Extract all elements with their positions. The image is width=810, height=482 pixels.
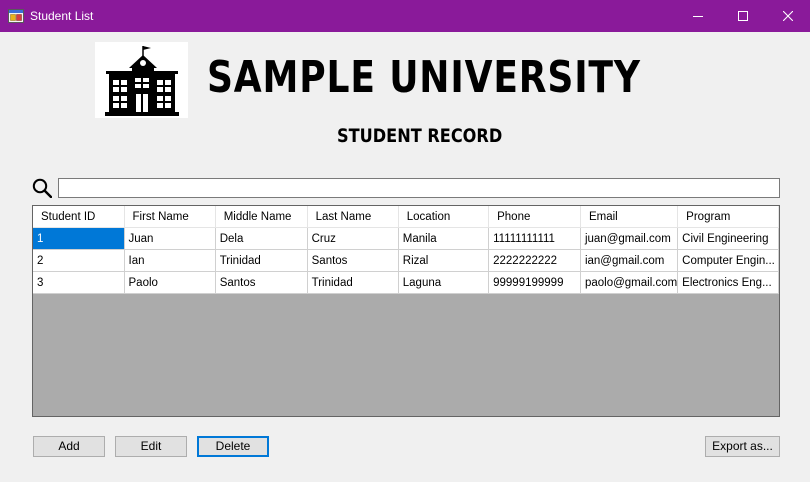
cell-email[interactable]: juan@gmail.com [580, 227, 679, 250]
cell-email[interactable]: paolo@gmail.com [580, 271, 679, 294]
university-title: SAMPLE UNIVERSITY [207, 52, 641, 103]
export-button[interactable]: Export as... [705, 436, 780, 457]
search-icon[interactable] [32, 178, 53, 199]
cell-last-name[interactable]: Cruz [307, 227, 399, 250]
cell-phone[interactable]: 2222222222 [488, 249, 581, 272]
column-header-phone[interactable]: Phone [488, 206, 581, 228]
cell-middle-name[interactable]: Trinidad [215, 249, 308, 272]
cell-first-name[interactable]: Ian [124, 249, 216, 272]
student-table: Student ID First Name Middle Name Last N… [33, 206, 779, 294]
cell-phone[interactable]: 99999199999 [488, 271, 581, 294]
title-bar[interactable]: Student List [0, 0, 810, 32]
maximize-icon [737, 11, 748, 21]
table-header-row: Student ID First Name Middle Name Last N… [33, 206, 779, 228]
column-header-student-id[interactable]: Student ID [33, 206, 125, 228]
cell-middle-name[interactable]: Dela [215, 227, 308, 250]
table-row[interactable]: 2 Ian Trinidad Santos Rizal 2222222222 i… [33, 249, 779, 272]
column-header-first-name[interactable]: First Name [124, 206, 216, 228]
column-header-last-name[interactable]: Last Name [307, 206, 399, 228]
cell-first-name[interactable]: Paolo [124, 271, 216, 294]
table-row[interactable]: 3 Paolo Santos Trinidad Laguna 999991999… [33, 271, 779, 294]
delete-button[interactable]: Delete [197, 436, 269, 457]
table-row[interactable]: 1 Juan Dela Cruz Manila 11111111111 juan… [33, 227, 779, 250]
cell-student-id[interactable]: 2 [33, 249, 125, 272]
cell-first-name[interactable]: Juan [124, 227, 216, 250]
university-building-icon [95, 46, 188, 121]
close-button[interactable] [765, 0, 810, 32]
cell-location[interactable]: Rizal [398, 249, 490, 272]
cell-last-name[interactable]: Santos [307, 249, 399, 272]
minimize-icon [692, 11, 703, 21]
cell-middle-name[interactable]: Santos [215, 271, 308, 294]
column-header-location[interactable]: Location [398, 206, 490, 228]
maximize-button[interactable] [720, 0, 765, 32]
add-button[interactable]: Add [33, 436, 105, 457]
search-input[interactable] [58, 178, 780, 198]
column-header-middle-name[interactable]: Middle Name [215, 206, 308, 228]
cell-last-name[interactable]: Trinidad [307, 271, 399, 294]
cell-program[interactable]: Civil Engineering [677, 227, 779, 250]
edit-button[interactable]: Edit [115, 436, 187, 457]
cell-student-id[interactable]: 1 [33, 227, 125, 250]
cell-student-id[interactable]: 3 [33, 271, 125, 294]
student-data-grid[interactable]: Student ID First Name Middle Name Last N… [32, 205, 780, 417]
app-form-icon [8, 8, 24, 24]
university-logo [95, 42, 188, 118]
minimize-button[interactable] [675, 0, 720, 32]
close-icon [782, 11, 793, 21]
cell-location[interactable]: Manila [398, 227, 490, 250]
cell-program[interactable]: Electronics Eng... [677, 271, 779, 294]
cell-location[interactable]: Laguna [398, 271, 490, 294]
window-title: Student List [30, 9, 94, 23]
column-header-email[interactable]: Email [580, 206, 679, 228]
column-header-program[interactable]: Program [677, 206, 779, 228]
record-subtitle: STUDENT RECORD [337, 125, 503, 147]
cell-program[interactable]: Computer Engin... [677, 249, 779, 272]
cell-email[interactable]: ian@gmail.com [580, 249, 679, 272]
cell-phone[interactable]: 11111111111 [488, 227, 581, 250]
